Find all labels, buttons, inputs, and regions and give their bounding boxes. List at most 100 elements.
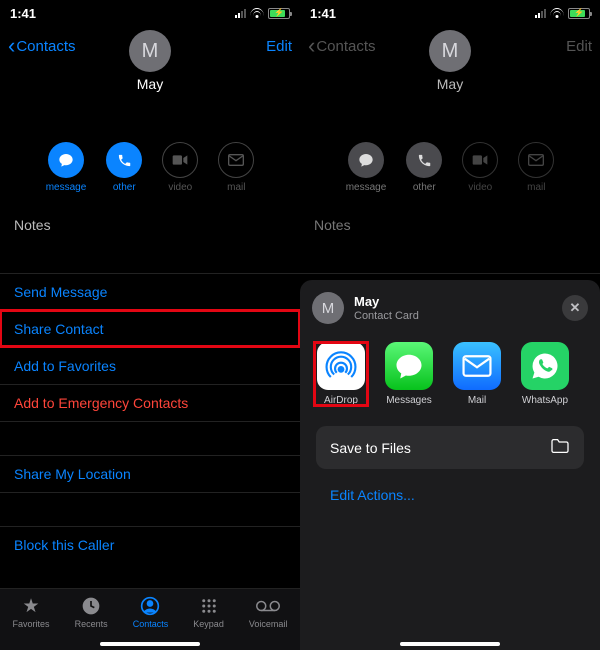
send-message-row[interactable]: Send Message [0, 273, 300, 310]
contact-header: M May [429, 30, 471, 92]
edit-actions-row[interactable]: Edit Actions... [312, 475, 588, 515]
video-label: video [168, 182, 192, 193]
star-icon: ★ [23, 595, 40, 617]
status-time: 1:41 [10, 6, 36, 21]
phone-icon [106, 142, 142, 178]
message-icon [48, 142, 84, 178]
clock-icon [81, 595, 101, 617]
notes-label: Notes [0, 207, 300, 243]
mail-app[interactable]: Mail [450, 342, 504, 406]
contact-header: M May [129, 30, 171, 92]
home-indicator[interactable] [400, 642, 500, 646]
share-avatar: M [312, 292, 344, 324]
voicemail-icon [256, 595, 280, 617]
contact-avatar: M [429, 30, 471, 72]
notes-field [300, 243, 600, 273]
back-button[interactable]: ‹Contacts [8, 38, 76, 55]
airdrop-icon [317, 342, 365, 390]
add-favorites-row[interactable]: Add to Favorites [0, 347, 300, 384]
edit-button[interactable]: Edit [266, 38, 292, 55]
share-sheet: M May Contact Card ✕ AirDrop Messages Ma… [300, 280, 600, 650]
tab-bar: ★ Favorites Recents Contacts Keypad Voice… [0, 588, 300, 650]
messages-icon [385, 342, 433, 390]
notes-label: Notes [300, 207, 600, 243]
mail-icon [218, 142, 254, 178]
contact-name: May [129, 76, 171, 92]
call-label: other [413, 182, 436, 193]
contact-actions: message other video mail [300, 142, 600, 193]
tab-contacts[interactable]: Contacts [133, 595, 169, 629]
spacer [0, 492, 300, 526]
add-emergency-row[interactable]: Add to Emergency Contacts [0, 384, 300, 421]
tab-favorites[interactable]: ★ Favorites [13, 595, 50, 629]
mail-label: mail [227, 182, 245, 193]
phone-icon [406, 142, 442, 178]
mail-action: mail [518, 142, 554, 193]
tab-contacts-label: Contacts [133, 619, 169, 629]
mail-action[interactable]: mail [218, 142, 254, 193]
share-title: May [354, 294, 419, 310]
message-action[interactable]: message [46, 142, 87, 193]
messages-app[interactable]: Messages [382, 342, 436, 406]
video-label: video [468, 182, 492, 193]
status-indicators: ⚡ [235, 8, 290, 19]
contact-name: May [429, 76, 471, 92]
folder-icon [550, 438, 570, 457]
whatsapp-icon [521, 342, 569, 390]
whatsapp-label: WhatsApp [522, 395, 568, 406]
share-contact-row[interactable]: Share Contact [0, 310, 300, 347]
tab-recents-label: Recents [75, 619, 108, 629]
wifi-icon [250, 8, 264, 18]
close-icon: ✕ [570, 300, 581, 316]
share-subtitle: Contact Card [354, 310, 419, 322]
messages-label: Messages [386, 395, 432, 406]
save-to-files-row[interactable]: Save to Files [316, 426, 584, 469]
message-action: message [346, 142, 387, 193]
video-icon [462, 142, 498, 178]
message-label: message [346, 182, 387, 193]
tab-recents[interactable]: Recents [75, 595, 108, 629]
contact-avatar: M [129, 30, 171, 72]
battery-icon: ⚡ [268, 8, 290, 19]
wifi-icon [550, 8, 564, 18]
share-location-row[interactable]: Share My Location [0, 455, 300, 492]
status-bar: 1:41 ⚡ [0, 0, 300, 26]
mail-app-icon [453, 342, 501, 390]
spacer [0, 421, 300, 455]
tab-keypad-label: Keypad [193, 619, 224, 629]
edit-button: Edit [566, 38, 592, 55]
close-button[interactable]: ✕ [562, 295, 588, 321]
tab-voicemail[interactable]: Voicemail [249, 595, 288, 629]
call-action[interactable]: other [106, 142, 142, 193]
contact-icon [140, 595, 160, 617]
keypad-icon [200, 595, 218, 617]
home-indicator[interactable] [100, 642, 200, 646]
call-action: other [406, 142, 442, 193]
save-to-files-label: Save to Files [330, 440, 411, 456]
cell-signal-icon [535, 8, 546, 18]
message-label: message [46, 182, 87, 193]
tab-favorites-label: Favorites [13, 619, 50, 629]
tab-keypad[interactable]: Keypad [193, 595, 224, 629]
call-label: other [113, 182, 136, 193]
airdrop-app[interactable]: AirDrop [314, 342, 368, 406]
more-apps[interactable] [586, 342, 588, 406]
status-time: 1:41 [310, 6, 336, 21]
block-caller-row[interactable]: Block this Caller [0, 526, 300, 563]
video-action: video [462, 142, 498, 193]
message-icon [348, 142, 384, 178]
video-action[interactable]: video [162, 142, 198, 193]
contact-actions: message other video mail [0, 142, 300, 193]
back-button: ‹Contacts [308, 38, 376, 55]
cell-signal-icon [235, 8, 246, 18]
video-icon [162, 142, 198, 178]
tab-voicemail-label: Voicemail [249, 619, 288, 629]
status-indicators: ⚡ [535, 8, 590, 19]
whatsapp-app[interactable]: WhatsApp [518, 342, 572, 406]
mail-app-label: Mail [468, 395, 486, 406]
status-bar: 1:41 ⚡ [300, 0, 600, 26]
battery-icon: ⚡ [568, 8, 590, 19]
notes-field[interactable] [0, 243, 300, 273]
share-sheet-header: M May Contact Card ✕ [312, 292, 588, 324]
back-label: Contacts [16, 38, 75, 55]
